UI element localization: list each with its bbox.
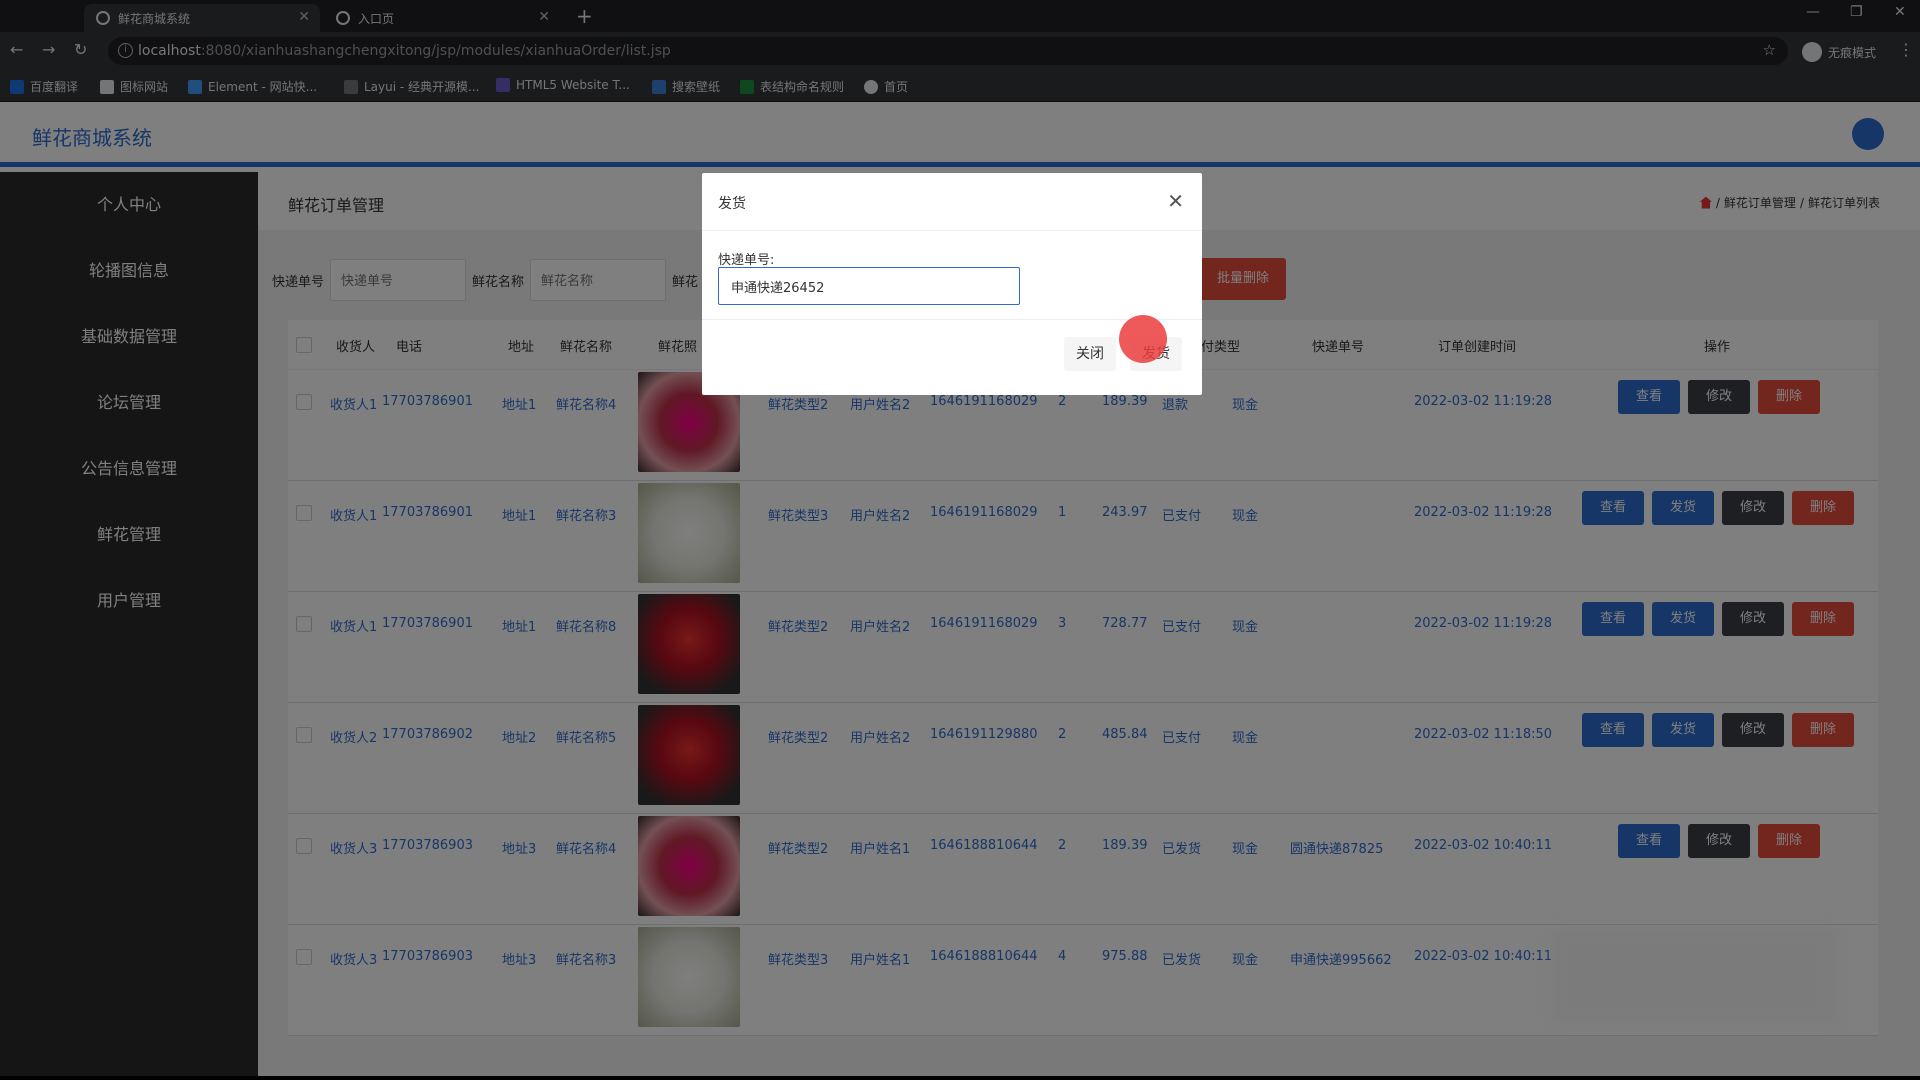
express-no-field[interactable] (718, 267, 1020, 305)
click-indicator (1119, 315, 1167, 363)
close-icon[interactable]: ✕ (1167, 189, 1184, 213)
ship-dialog: 发货 ✕ 快递单号: 关闭 发货 (702, 173, 1202, 395)
dialog-title: 发货 (718, 196, 746, 212)
close-button[interactable]: 关闭 (1064, 337, 1116, 371)
dialog-header: 发货 ✕ (702, 173, 1202, 231)
screen-bottom-edge (0, 1076, 1920, 1080)
express-no-label: 快递单号: (718, 253, 775, 268)
blurred-region (1553, 930, 1835, 1022)
modal-overlay[interactable] (0, 0, 1920, 1080)
